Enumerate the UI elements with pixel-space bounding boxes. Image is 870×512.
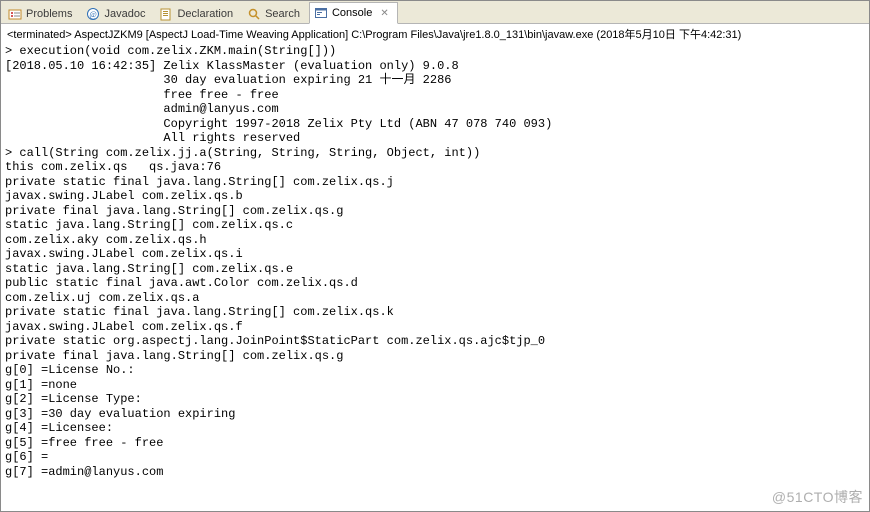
tab-label: Javadoc [104, 8, 145, 20]
tab-problems[interactable]: Problems [3, 3, 81, 24]
tab-bar: Problems @ Javadoc Declaration Search Co… [1, 1, 869, 24]
svg-text:@: @ [90, 10, 97, 19]
close-icon[interactable]: ✕ [380, 8, 388, 19]
tab-label: Console [332, 7, 372, 19]
tab-label: Declaration [177, 8, 233, 20]
declaration-icon [159, 7, 173, 21]
tab-label: Problems [26, 8, 72, 20]
javadoc-icon: @ [86, 7, 100, 21]
tab-label: Search [265, 8, 300, 20]
terminated-status: <terminated> AspectJZKM9 [AspectJ Load-T… [1, 24, 869, 44]
tab-search[interactable]: Search [242, 3, 309, 24]
status-text: <terminated> AspectJZKM9 [AspectJ Load-T… [7, 26, 741, 42]
problems-icon [8, 7, 22, 21]
watermark: @51CTO博客 [772, 487, 863, 507]
tab-console[interactable]: Console ✕ [309, 2, 398, 24]
console-icon [314, 6, 328, 20]
search-icon [247, 7, 261, 21]
view-frame: Problems @ Javadoc Declaration Search Co… [0, 0, 870, 512]
tab-declaration[interactable]: Declaration [154, 3, 242, 24]
tab-javadoc[interactable]: @ Javadoc [81, 3, 154, 24]
console-output[interactable]: > execution(void com.zelix.ZKM.main(Stri… [1, 44, 869, 511]
